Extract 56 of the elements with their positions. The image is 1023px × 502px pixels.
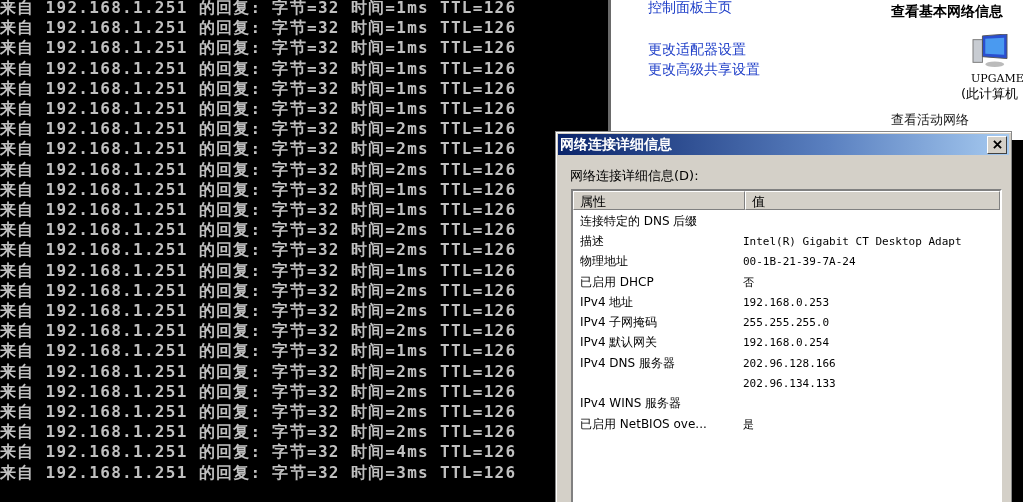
value-cell-text: 192.168.0.254 <box>743 336 831 350</box>
console-line: 来自 192.168.1.251 的回复: 字节=32 时间=1ms TTL=126 <box>0 99 517 120</box>
close-icon <box>992 140 1002 149</box>
column-header[interactable]: 值 <box>745 191 1000 210</box>
console-line: 来自 192.168.1.251 的回复: 字节=32 时间=1ms TTL=126 <box>0 58 517 79</box>
property-cell-text: 描述 <box>579 232 605 250</box>
value-cell-text: 202.96.128.166 <box>743 356 837 370</box>
console-line: 来自 192.168.1.251 的回复: 字节=32 时间=2ms TTL=126 <box>0 402 517 423</box>
dialog-title: 网络连接详细信息 <box>560 135 672 154</box>
value-cell-text: 192.168.0.253 <box>743 295 831 309</box>
console-line: 来自 192.168.1.251 的回复: 字节=32 时间=2ms TTL=126 <box>0 422 517 443</box>
property-cell-text: IPv4 WINS 服务器 <box>579 395 683 413</box>
sidebar-link[interactable]: 控制面板主页 <box>648 0 732 17</box>
console-line: 来自 192.168.1.251 的回复: 字节=32 时间=1ms TTL=126 <box>0 18 517 39</box>
value-cell-text: Intel(R) Gigabit CT Desktop Adapt <box>743 234 963 248</box>
property-cell-text: IPv4 默认网关 <box>579 334 659 352</box>
console-line: 来自 192.168.1.251 的回复: 字节=32 时间=1ms TTL=126 <box>0 200 517 221</box>
console-line: 来自 192.168.1.251 的回复: 字节=32 时间=2ms TTL=126 <box>0 321 517 342</box>
console-line: 来自 192.168.1.251 的回复: 字节=32 时间=1ms TTL=126 <box>0 260 517 281</box>
computer-name: UPGAME <box>971 72 1023 85</box>
console-line: 来自 192.168.1.251 的回复: 字节=32 时间=2ms TTL=126 <box>0 119 517 140</box>
sidebar-link[interactable]: 更改高级共享设置 <box>648 59 760 79</box>
close-button[interactable] <box>987 135 1007 154</box>
property-cell-text: 连接特定的 DNS 后缀 <box>579 212 699 230</box>
section-heading: 查看活动网络 <box>891 111 969 129</box>
console-line: 来自 192.168.1.251 的回复: 字节=32 时间=2ms TTL=126 <box>0 280 517 302</box>
property-cell-text: IPv4 地址 <box>579 293 635 311</box>
computer-caption: (此计算机 <box>961 85 1019 103</box>
console-line: 来自 192.168.1.251 的回复: 字节=32 时间=1ms TTL=126 <box>0 179 517 201</box>
console-line: 来自 192.168.1.251 的回复: 字节=32 时间=1ms TTL=126 <box>0 38 517 59</box>
console-line: 来自 192.168.1.251 的回复: 字节=32 时间=2ms TTL=126 <box>0 381 517 403</box>
console-line: 来自 192.168.1.251 的回复: 字节=32 时间=2ms TTL=126 <box>0 139 517 160</box>
console-line: 来自 192.168.1.251 的回复: 字节=32 时间=1ms TTL=126 <box>0 78 517 99</box>
value-cell-text: 否 <box>743 274 755 290</box>
property-cell-text: 已启用 NetBIOS ove... <box>579 415 708 433</box>
property-cell-text: IPv4 子网掩码 <box>579 314 659 332</box>
console-line: 来自 192.168.1.251 的回复: 字节=32 时间=2ms TTL=126 <box>0 301 517 322</box>
value-cell-text: 00-1B-21-39-7A-24 <box>743 255 857 269</box>
property-cell-text: 物理地址 <box>579 253 629 271</box>
value-cell-text: 255.255.255.0 <box>743 316 831 330</box>
console-line: 来自 192.168.1.251 的回复: 字节=32 时间=2ms TTL=126 <box>0 240 517 261</box>
list-label: 网络连接详细信息(D): <box>570 167 700 185</box>
page-heading: 查看基本网络信息 <box>891 3 1003 21</box>
console-line: 来自 192.168.1.251 的回复: 字节=32 时间=1ms TTL=126 <box>0 341 517 362</box>
console-line: 来自 192.168.1.251 的回复: 字节=32 时间=2ms TTL=126 <box>0 159 517 180</box>
property-cell-text: 已启用 DHCP <box>579 273 655 291</box>
console-line: 来自 192.168.1.251 的回复: 字节=32 时间=2ms TTL=126 <box>0 361 517 382</box>
console-line: 来自 192.168.1.251 的回复: 字节=32 时间=2ms TTL=126 <box>0 220 517 241</box>
console-line: 来自 192.168.1.251 的回复: 字节=32 时间=3ms TTL=126 <box>0 462 517 483</box>
column-header[interactable]: 属性 <box>573 191 745 210</box>
value-cell-text: 是 <box>743 416 755 432</box>
value-cell-text: 202.96.134.133 <box>743 377 837 390</box>
computer-icon <box>971 34 1009 68</box>
property-cell-text: IPv4 DNS 服务器 <box>579 354 676 372</box>
sidebar-link[interactable]: 更改适配器设置 <box>648 39 746 59</box>
console-line: 来自 192.168.1.251 的回复: 字节=32 时间=4ms TTL=126 <box>0 442 517 463</box>
